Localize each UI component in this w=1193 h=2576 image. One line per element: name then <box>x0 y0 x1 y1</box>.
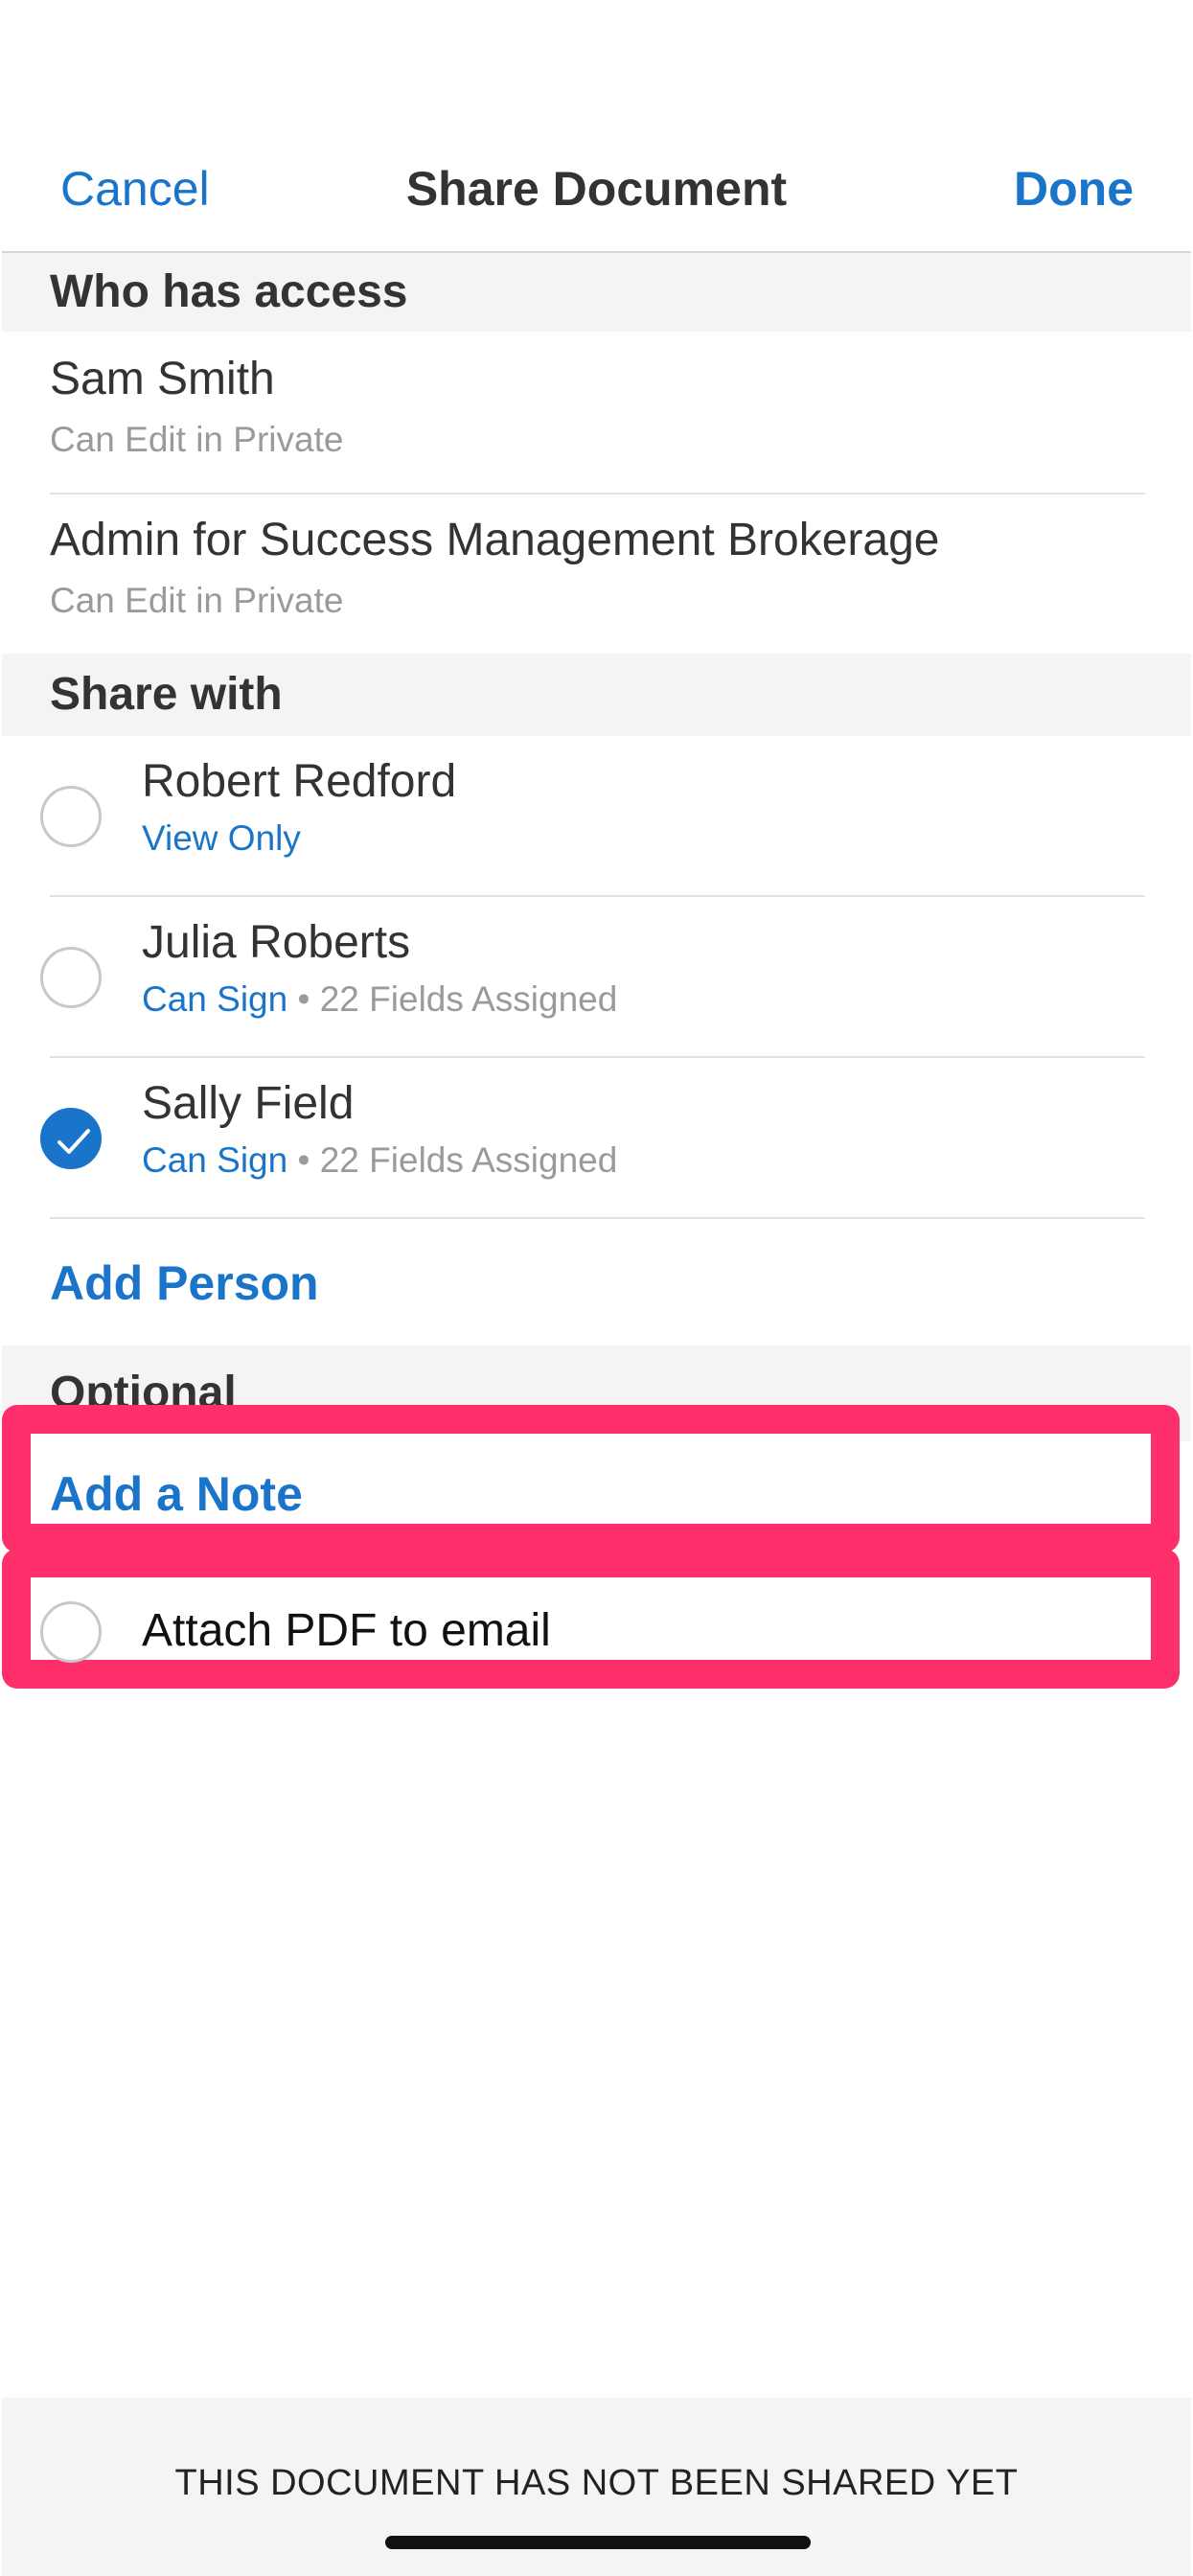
share-role-link[interactable]: View Only <box>142 818 301 858</box>
add-person-row[interactable]: Add Person <box>2 1219 1191 1346</box>
share-status-text: THIS DOCUMENT HAS NOT BEEN SHARED YET <box>174 2463 1019 2503</box>
share-name: Sally Field <box>142 1078 355 1129</box>
share-name: Robert Redford <box>142 756 457 807</box>
select-radio[interactable] <box>40 786 102 847</box>
share-document-screen: Cancel Share Document Done Who has acces… <box>2 0 1191 2576</box>
share-name: Julia Roberts <box>142 917 411 968</box>
page-title: Share Document <box>405 162 788 216</box>
fields-assigned: 22 Fields Assigned <box>319 979 618 1019</box>
access-row: Sam Smith Can Edit in Private <box>2 332 1191 494</box>
access-row: Admin for Success Management Brokerage C… <box>2 494 1191 654</box>
access-name: Sam Smith <box>50 354 275 404</box>
attach-pdf-radio[interactable] <box>40 1601 102 1663</box>
separator-dot: • <box>287 1140 320 1180</box>
separator-dot: • <box>287 979 320 1019</box>
share-row-robert-redford[interactable]: Robert Redford View Only <box>2 736 1191 897</box>
footer-status-bar: THIS DOCUMENT HAS NOT BEEN SHARED YET <box>2 2398 1191 2576</box>
share-permission-line: Can Sign • 22 Fields Assigned <box>142 979 617 1020</box>
home-indicator[interactable] <box>385 2536 811 2549</box>
attach-pdf-highlight[interactable]: Attach PDF to email <box>2 1549 1180 1689</box>
attach-pdf-label: Attach PDF to email <box>142 1605 551 1656</box>
share-row-sally-field[interactable]: Sally Field Can Sign • 22 Fields Assigne… <box>2 1058 1191 1219</box>
add-person-button[interactable]: Add Person <box>50 1255 319 1311</box>
section-header-share-with: Share with <box>2 654 1191 736</box>
checkmark-icon <box>57 1129 90 1154</box>
add-note-highlight: Add a Note <box>2 1405 1180 1552</box>
select-radio[interactable] <box>40 947 102 1008</box>
share-role-link[interactable]: Can Sign <box>142 979 287 1019</box>
access-permission: Can Edit in Private <box>50 420 344 459</box>
fields-assigned: 22 Fields Assigned <box>319 1140 618 1180</box>
share-permission-line: Can Sign • 22 Fields Assigned <box>142 1140 617 1181</box>
share-row-julia-roberts[interactable]: Julia Roberts Can Sign • 22 Fields Assig… <box>2 897 1191 1058</box>
done-button[interactable]: Done <box>1014 161 1134 217</box>
access-name: Admin for Success Management Brokerage <box>50 515 940 565</box>
access-permission: Can Edit in Private <box>50 581 344 620</box>
add-note-button[interactable]: Add a Note <box>50 1466 303 1522</box>
checked-radio[interactable] <box>40 1108 102 1169</box>
navigation-bar: Cancel Share Document Done <box>2 0 1191 253</box>
share-role-link[interactable]: Can Sign <box>142 1140 287 1180</box>
share-permission-line: View Only <box>142 818 301 859</box>
section-header-who-has-access: Who has access <box>2 253 1191 332</box>
